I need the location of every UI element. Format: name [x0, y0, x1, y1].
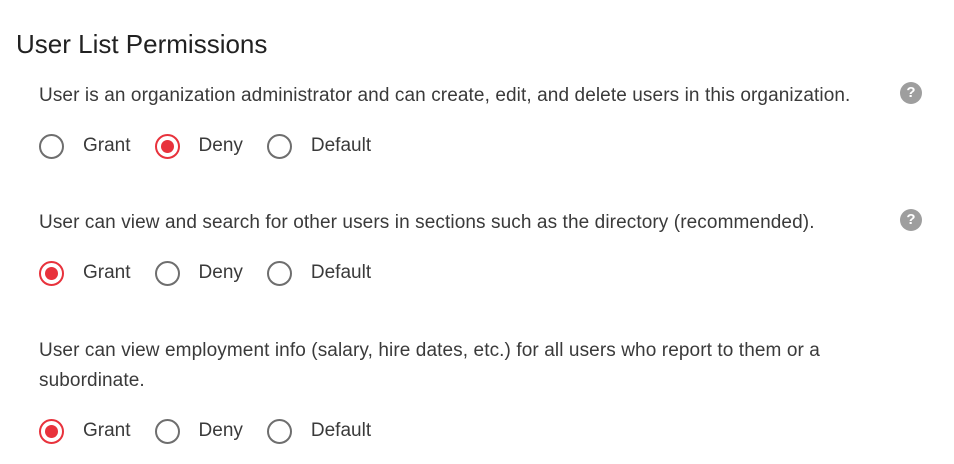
question-icon[interactable]: ?	[900, 209, 922, 231]
radio-circle[interactable]	[266, 418, 292, 444]
radio-circle[interactable]	[39, 418, 64, 444]
radio-grant[interactable]: Grant	[39, 258, 131, 288]
permission-employment-info: User can view employment info (salary, h…	[39, 336, 919, 446]
radio-grant[interactable]: Grant	[39, 131, 131, 161]
radio-default[interactable]: Default	[266, 131, 372, 161]
radio-label: Grant	[83, 135, 131, 156]
radio-deny[interactable]: Deny	[154, 131, 243, 161]
radio-label: Deny	[198, 262, 243, 283]
radio-grant[interactable]: Grant	[39, 416, 131, 446]
radio-label: Default	[310, 262, 372, 283]
permission-description: User can view employment info (salary, h…	[39, 340, 820, 391]
permission-description: User can view and search for other users…	[39, 212, 815, 233]
radio-circle[interactable]	[154, 260, 180, 286]
radio-label: Default	[310, 420, 372, 441]
radio-group: Grant Deny Default	[39, 131, 919, 161]
radio-label: Deny	[198, 135, 243, 156]
radio-circle[interactable]	[154, 418, 180, 444]
radio-group: Grant Deny Default	[39, 258, 919, 288]
radio-label: Deny	[198, 420, 243, 441]
permission-description: User is an organization administrator an…	[39, 85, 851, 106]
permission-view-users: User can view and search for other users…	[39, 208, 922, 288]
question-icon[interactable]: ?	[900, 82, 922, 104]
radio-label: Default	[310, 135, 372, 156]
radio-circle[interactable]	[39, 260, 64, 286]
radio-label: Grant	[83, 262, 131, 283]
radio-circle[interactable]	[266, 260, 292, 286]
page-title: User List Permissions	[16, 29, 268, 59]
permission-org-admin: User is an organization administrator an…	[39, 81, 922, 161]
radio-circle[interactable]	[266, 133, 292, 159]
radio-group: Grant Deny Default	[39, 416, 919, 446]
radio-default[interactable]: Default	[266, 416, 372, 446]
radio-circle[interactable]	[39, 133, 64, 159]
radio-deny[interactable]: Deny	[154, 258, 243, 288]
radio-label: Grant	[83, 420, 131, 441]
radio-deny[interactable]: Deny	[154, 416, 243, 446]
radio-circle[interactable]	[154, 133, 180, 159]
radio-default[interactable]: Default	[266, 258, 372, 288]
